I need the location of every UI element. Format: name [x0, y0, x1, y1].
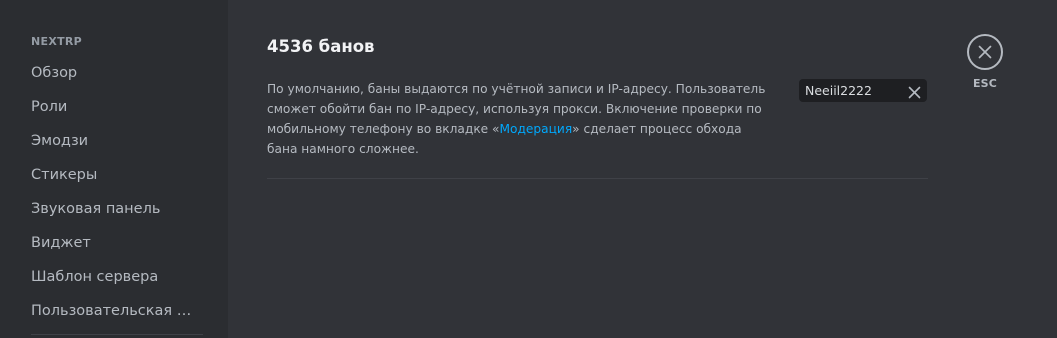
sidebar-item-custom-link[interactable]: Пользовательская сс...: [22, 294, 194, 328]
sidebar-divider: [31, 334, 203, 335]
bans-description: По умолчанию, баны выдаются по учётной з…: [267, 79, 767, 159]
page-title: 4536 банов: [267, 37, 375, 56]
sidebar-item-emoji[interactable]: Эмодзи: [22, 124, 194, 158]
sidebar-item-soundboard[interactable]: Звуковая панель: [22, 192, 194, 226]
esc-label: ESC: [972, 77, 998, 90]
content-divider: [267, 178, 928, 179]
sidebar-item-widget[interactable]: Виджет: [22, 226, 194, 260]
close-icon: [978, 45, 992, 59]
close-icon[interactable]: [908, 84, 921, 99]
sidebar-item-roles[interactable]: Роли: [22, 90, 194, 124]
sidebar-item-stickers[interactable]: Стикеры: [22, 158, 194, 192]
settings-window: NEXTRP Обзор Роли Эмодзи Стикеры Звукова…: [0, 0, 1057, 338]
server-name-header: NEXTRP: [31, 35, 83, 48]
settings-sidebar: NEXTRP Обзор Роли Эмодзи Стикеры Звукова…: [0, 0, 228, 338]
bans-panel: 4536 банов По умолчанию, баны выдаются п…: [228, 0, 1057, 338]
close-settings: ESC: [966, 34, 1004, 90]
moderation-link[interactable]: Модерация: [500, 122, 573, 136]
close-button[interactable]: [967, 34, 1003, 70]
ban-search-input[interactable]: [805, 83, 903, 98]
sidebar-item-overview[interactable]: Обзор: [22, 56, 194, 90]
ban-search-box[interactable]: [799, 79, 927, 102]
sidebar-item-server-template[interactable]: Шаблон сервера: [22, 260, 194, 294]
